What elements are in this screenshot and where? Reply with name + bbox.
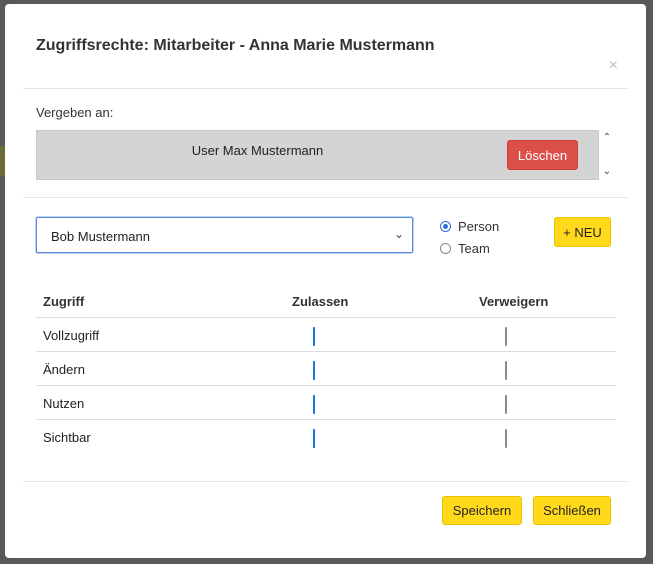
radio-team[interactable]: Team: [440, 241, 490, 256]
access-rights-dialog: Zugriffsrechte: Mitarbeiter - Anna Marie…: [5, 4, 646, 558]
divider: [23, 197, 628, 198]
table-row: Nutzen: [36, 386, 616, 420]
header-verweigern: Verweigern: [479, 294, 549, 309]
assigned-user-name: User Max Mustermann: [191, 143, 324, 158]
deny-checkbox[interactable]: [505, 429, 507, 448]
header-zugriff: Zugriff: [43, 294, 85, 309]
save-button[interactable]: Speichern: [442, 496, 522, 525]
permission-name: Ändern: [43, 362, 85, 377]
radio-team-label: Team: [458, 241, 490, 256]
permission-name: Vollzugriff: [43, 328, 100, 343]
add-new-button[interactable]: + NEU: [554, 217, 611, 247]
allow-checkbox[interactable]: [313, 327, 315, 346]
table-row: Ändern: [36, 352, 616, 386]
close-icon[interactable]: ×: [609, 58, 618, 74]
user-select-value: Bob Mustermann: [51, 229, 150, 244]
radio-person-indicator[interactable]: [440, 221, 451, 232]
table-row: Sichtbar: [36, 420, 616, 453]
permission-name: Sichtbar: [43, 430, 91, 445]
divider: [23, 481, 628, 482]
scroll-up-icon[interactable]: ⌃: [601, 132, 613, 143]
allow-checkbox[interactable]: [313, 361, 315, 380]
radio-person[interactable]: Person: [440, 219, 499, 234]
permissions-table: Zugriff Zulassen Verweigern Vollzugriff …: [36, 284, 616, 453]
deny-checkbox[interactable]: [505, 395, 507, 414]
allow-checkbox[interactable]: [313, 395, 315, 414]
close-button[interactable]: Schließen: [533, 496, 611, 525]
dialog-title: Zugriffsrechte: Mitarbeiter - Anna Marie…: [36, 37, 435, 54]
deny-checkbox[interactable]: [505, 361, 507, 380]
table-row: Vollzugriff: [36, 318, 616, 352]
delete-button[interactable]: Löschen: [507, 140, 578, 170]
assigned-user-row: User Max Mustermann Löschen: [36, 130, 599, 180]
allow-checkbox[interactable]: [313, 429, 315, 448]
divider: [23, 88, 628, 89]
radio-person-label: Person: [458, 219, 500, 234]
radio-team-indicator[interactable]: [440, 243, 451, 254]
table-header: Zugriff Zulassen Verweigern: [36, 284, 616, 318]
deny-checkbox[interactable]: [505, 327, 507, 346]
header-zulassen: Zulassen: [292, 294, 349, 309]
assigned-label: Vergeben an:: [36, 105, 114, 120]
scroll-down-icon[interactable]: ⌄: [601, 166, 613, 177]
user-select[interactable]: Bob Mustermann ⌄: [36, 217, 413, 253]
chevron-down-icon: ⌄: [393, 227, 404, 241]
permission-name: Nutzen: [43, 396, 85, 411]
